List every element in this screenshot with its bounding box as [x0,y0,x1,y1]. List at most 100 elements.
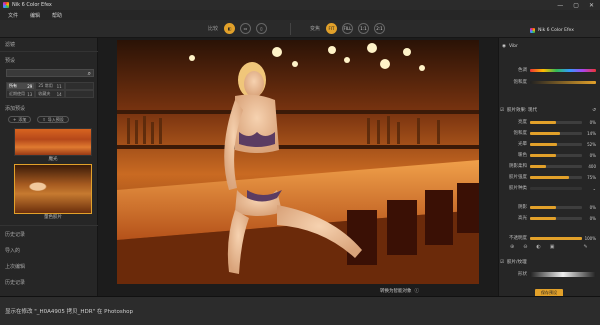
slider-label: 胶片种类 [509,186,527,191]
slider-brightness[interactable]: 亮度 0% [500,118,596,126]
preset-actions: + 添加 ⇪ 导入预设 [8,116,88,124]
shape-label: 形状 [518,272,527,277]
slider-opacity[interactable]: 不透明度 100% [500,234,596,242]
reset-icon[interactable]: ↺ [592,108,596,113]
mask-icon[interactable]: ▣ [550,244,555,250]
eye-icon[interactable]: ◉ [502,44,506,49]
slider-fill [530,153,556,157]
grain-header[interactable]: ☑ 胶片/纹理 [500,258,596,266]
slider-track[interactable] [530,216,582,220]
zoom-2to1-button[interactable]: 2:1 [374,23,385,34]
slider-value: 0% [589,215,596,221]
brush-icon[interactable]: ◐ [536,244,540,250]
preset-thumbnail-selected[interactable] [14,164,92,214]
menu-help[interactable]: 帮助 [52,12,62,19]
slider-track[interactable] [530,153,582,157]
slider-label: 亮度 [518,120,527,125]
compare-before-button[interactable]: ▯ [256,23,267,34]
slider-label: 饱和度 [513,131,528,136]
zoom-fit-button[interactable]: FIT [326,23,337,34]
menu-file[interactable]: 文件 [8,12,18,19]
slider-label: 高光 [518,216,527,221]
slider-label: 暖色 [518,153,527,158]
menu-edit[interactable]: 编辑 [30,12,40,19]
category-recent[interactable]: 近期使用 13 [6,90,36,98]
film-type-dropdown[interactable] [530,186,582,190]
category-count: 14 [56,91,62,97]
slider-film-strength[interactable]: 胶片强度 75% [500,173,596,181]
zoom-1to1-button[interactable]: 1:1 [358,23,369,34]
plus-icon: + [13,117,17,122]
slider-fill [530,131,560,135]
gradient-icon[interactable]: ⊖ [523,244,527,250]
slider-track[interactable] [530,142,582,146]
help-icon[interactable]: ⓘ [415,288,420,294]
slider-fill [530,175,569,179]
slider-shadow-soft[interactable]: 阴影柔和 400 [500,162,596,170]
slider-track[interactable] [530,120,582,124]
shape-selector[interactable] [530,271,596,277]
close-button[interactable]: ✕ [589,2,594,9]
preview-photo[interactable] [117,40,479,284]
slider-fill [530,205,556,209]
slider-track[interactable] [530,164,582,168]
import-preset-button[interactable]: ⇪ 导入预设 [37,116,69,123]
slider-warmth[interactable]: 暖色 0% [500,151,596,159]
slider-highlights[interactable]: 高光 0% [500,214,596,222]
slider-value: 75% [587,174,596,180]
preset-thumbnail[interactable] [14,128,92,156]
history-label: 历史记录 [5,280,26,286]
slider-shadows[interactable]: 阴影 0% [500,203,596,211]
category-all[interactable]: 所有 29 [6,82,36,90]
layer-label: Vibr [508,43,518,49]
hue-slider[interactable] [530,68,596,72]
status-text: 显示在修改 "_H0A4905 拷贝_HDR" 在 Photoshop [5,309,134,315]
film-type-row[interactable]: 胶片种类 ⌄ [500,184,596,192]
compare-side-button[interactable]: ▭ [240,23,251,34]
maximize-button[interactable]: ▢ [573,2,579,9]
slider-track[interactable] [530,175,582,179]
slider-track[interactable] [530,236,582,240]
brand-title: Nik 6 Color Efex [538,28,574,33]
grain-label: 胶片/纹理 [507,260,527,265]
slider-track[interactable] [530,131,582,135]
import-preset-button-label: 导入预设 [47,116,64,122]
category-common[interactable]: 25 常用 11 [35,82,65,90]
menu-bar: 文件 编辑 帮助 [0,10,600,20]
slider-value: 0% [589,204,596,210]
delete-icon[interactable]: ✎ [584,244,588,250]
control-point-icon[interactable]: ⊕ [510,244,514,250]
filter-header[interactable]: ☑ 胶片效果: 现代 ↺ [500,106,596,114]
layer-header[interactable]: ◉ Vibr [502,42,596,50]
slider-track[interactable] [530,205,582,209]
checkbox-icon[interactable]: ☑ [500,260,504,265]
slider-label: 胶片强度 [509,175,527,180]
photo-illustration [117,40,479,284]
slider-fill [530,120,556,124]
category-label: 25 常用 [38,83,53,88]
compare-split-button[interactable]: ◧ [224,23,235,34]
color-picker-row[interactable]: 色调 [500,66,596,74]
preset-search-input[interactable]: ⌕ [6,69,94,77]
saturation-slider[interactable] [530,80,596,84]
slider-saturation[interactable]: 饱和度 14% [500,129,597,137]
slider-label: 不透明度 [509,236,527,241]
saturation-label: 饱和度 [513,80,528,85]
preset-thumbnail-image [15,129,91,155]
shape-row[interactable]: 形状 [500,270,596,278]
slider-label: 阴影柔和 [509,164,527,169]
slider-glow[interactable]: 光晕 52% [500,140,596,148]
saturation-row[interactable]: 饱和度 [500,78,596,86]
compare-label: 比较 [208,26,219,32]
minimize-button[interactable]: — [557,2,563,9]
chevron-down-icon[interactable]: ⌄ [582,186,596,191]
add-preset-button[interactable]: + 添加 [8,116,32,123]
category-empty [64,90,94,98]
viewer-status-text: 转换为智能对象 [380,289,412,294]
category-favorites[interactable]: 收藏夹 14 [35,90,65,98]
toolbar-divider [290,23,291,35]
category-count: 13 [27,91,33,97]
zoom-fill-button[interactable]: FILL [342,23,353,34]
checkbox-icon[interactable]: ☑ [500,108,504,113]
slider-label: 光晕 [518,142,527,147]
